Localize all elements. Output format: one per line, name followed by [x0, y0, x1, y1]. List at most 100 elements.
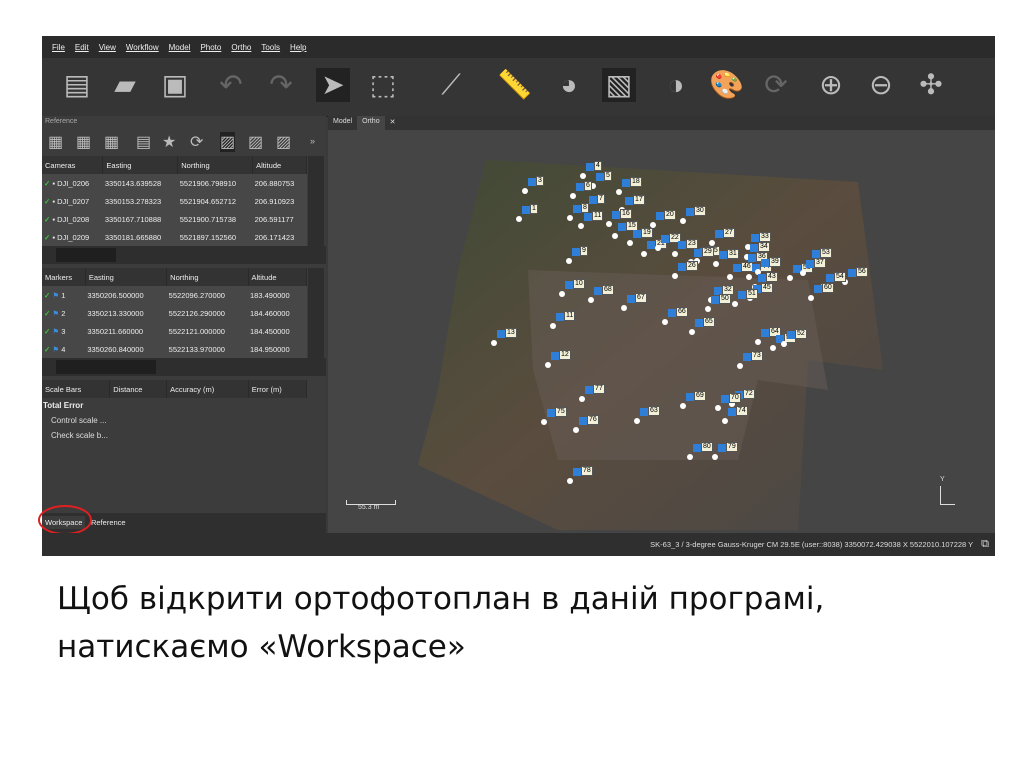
marker-label[interactable]: 3: [536, 176, 544, 186]
col-northing[interactable]: Northing: [166, 268, 249, 286]
check-icon[interactable]: ✓: [44, 197, 50, 206]
col-altitude[interactable]: Altitude: [248, 268, 308, 286]
table-row[interactable]: ✓ ▪ DJI_0209 3350181.665880 5521897.152560…: [42, 228, 307, 246]
marker-label[interactable]: 11: [592, 211, 604, 221]
marker-label[interactable]: 20: [664, 210, 676, 220]
check-icon[interactable]: ✓: [44, 309, 50, 318]
shape-icon[interactable]: ◕: [552, 68, 586, 102]
new-icon[interactable]: ▤: [60, 68, 94, 102]
marker-label[interactable]: 29: [702, 247, 714, 257]
marker-label[interactable]: 56: [856, 267, 868, 277]
check-icon[interactable]: ✓: [44, 327, 50, 336]
cameras-hscroll[interactable]: [42, 246, 326, 264]
pointer-icon[interactable]: ➤: [316, 68, 350, 102]
marker-label[interactable]: 66: [676, 307, 688, 317]
marker-label[interactable]: 45: [761, 283, 773, 293]
marker-label[interactable]: 12: [559, 350, 571, 360]
marker-label[interactable]: 34: [758, 242, 770, 252]
menu-tools[interactable]: Tools: [261, 43, 280, 52]
contrast-icon[interactable]: ◑: [659, 68, 693, 102]
table-row[interactable]: ✓ ▪ DJI_0206 3350143.639528 5521906.798910…: [42, 174, 307, 192]
menu-help[interactable]: Help: [290, 43, 306, 52]
save-icon[interactable]: ▣: [158, 68, 192, 102]
view-info-icon[interactable]: ▨: [276, 132, 291, 152]
fit-view-icon[interactable]: ✣: [914, 68, 948, 102]
star-icon[interactable]: ★: [162, 132, 176, 152]
check-icon[interactable]: ✓: [44, 291, 50, 300]
menu-workflow[interactable]: Workflow: [126, 43, 159, 52]
marker-label[interactable]: 33: [759, 232, 771, 242]
zoom-in-icon[interactable]: ⊕: [814, 68, 848, 102]
table-row[interactable]: ✓ ⚑ 1 3350206.500000 5522096.270000 183.490…: [42, 286, 307, 304]
export-icon[interactable]: ▦: [76, 132, 91, 152]
view-estimated-icon[interactable]: ▨: [220, 132, 236, 152]
marker-label[interactable]: 68: [602, 285, 614, 295]
calculator-icon[interactable]: ▤: [136, 132, 151, 152]
marker-label[interactable]: 75: [555, 407, 567, 417]
menu-ortho[interactable]: Ortho: [231, 43, 251, 52]
total-error[interactable]: Total Error: [42, 398, 326, 413]
marker-label[interactable]: 77: [593, 384, 605, 394]
col-easting[interactable]: Easting: [102, 156, 179, 174]
col-error[interactable]: Error (m): [248, 380, 308, 398]
ortho-view[interactable]: Model Ortho ✕ 3 4 5 18 1 6 7 8 11 17 16 20 30 15 19 21 2…: [328, 116, 995, 533]
menu-photo[interactable]: Photo: [200, 43, 221, 52]
table-row[interactable]: ✓ ⚑ 4 3350260.840000 5522133.970000 184.950…: [42, 340, 307, 358]
marker-label[interactable]: 10: [573, 279, 585, 289]
marker-label[interactable]: 80: [701, 442, 713, 452]
col-markers[interactable]: Markers: [42, 268, 86, 286]
marker-label[interactable]: 63: [648, 406, 660, 416]
marker-label[interactable]: 9: [580, 246, 588, 256]
marker-label[interactable]: 26: [686, 261, 698, 271]
ruler-point-icon[interactable]: ⟋: [434, 68, 468, 102]
marker-label[interactable]: 23: [686, 239, 698, 249]
col-scale-bars[interactable]: Scale Bars: [42, 380, 111, 398]
marker-label[interactable]: 73: [751, 351, 763, 361]
marker-label[interactable]: 70: [729, 393, 741, 403]
marker-label[interactable]: 69: [694, 391, 706, 401]
marker-label[interactable]: 79: [726, 442, 738, 452]
menu-model[interactable]: Model: [169, 43, 191, 52]
marker-label[interactable]: 67: [635, 293, 647, 303]
col-cameras[interactable]: Cameras: [42, 156, 104, 174]
marker-label[interactable]: 17: [633, 195, 645, 205]
marker-label[interactable]: 19: [641, 228, 653, 238]
marker-label[interactable]: 1: [530, 204, 538, 214]
table-row[interactable]: ✓ ⚑ 3 3350211.660000 5522121.000000 184.450…: [42, 322, 307, 340]
marker-label[interactable]: 52: [795, 329, 807, 339]
refresh-icon[interactable]: ⟳: [759, 68, 793, 102]
col-northing[interactable]: Northing: [177, 156, 254, 174]
marker-label[interactable]: 72: [743, 389, 755, 399]
col-altitude[interactable]: Altitude: [252, 156, 307, 174]
rect-select-icon[interactable]: ⬚: [366, 68, 400, 102]
marker-label[interactable]: 27: [723, 228, 735, 238]
marker-label[interactable]: 13: [505, 328, 517, 338]
marker-label[interactable]: 16: [620, 209, 632, 219]
tab-model[interactable]: Model: [328, 116, 357, 130]
tab-ortho[interactable]: Ortho: [357, 116, 385, 130]
ortho-view-icon[interactable]: ▧: [602, 68, 636, 102]
view-errors-icon[interactable]: ▨: [248, 132, 263, 152]
tab-reference[interactable]: Reference: [88, 516, 129, 529]
control-scale-bars[interactable]: Control scale ...: [42, 413, 326, 428]
check-icon[interactable]: ✓: [44, 215, 50, 224]
check-icon[interactable]: ✓: [44, 345, 50, 354]
marker-label[interactable]: 5: [604, 171, 612, 181]
update-icon[interactable]: ⟳: [190, 132, 203, 152]
marker-label[interactable]: 60: [822, 283, 834, 293]
markers-vscroll[interactable]: [308, 268, 324, 364]
col-easting[interactable]: Easting: [85, 268, 168, 286]
marker-label[interactable]: 6: [584, 181, 592, 191]
redo-icon[interactable]: ↷: [264, 68, 298, 102]
cameras-vscroll[interactable]: [308, 156, 324, 252]
table-row[interactable]: ✓ ▪ DJI_0207 3350153.278323 5521904.652712…: [42, 192, 307, 210]
markers-hscroll[interactable]: [42, 358, 326, 376]
close-tab-icon[interactable]: ✕: [385, 116, 401, 130]
marker-label[interactable]: 43: [766, 272, 778, 282]
ruler-icon[interactable]: 📏: [497, 68, 532, 102]
marker-label[interactable]: 65: [703, 317, 715, 327]
marker-label[interactable]: 39: [769, 257, 781, 267]
menu-file[interactable]: File: [52, 43, 65, 52]
marker-label[interactable]: 37: [814, 258, 826, 268]
col-distance[interactable]: Distance: [109, 380, 168, 398]
